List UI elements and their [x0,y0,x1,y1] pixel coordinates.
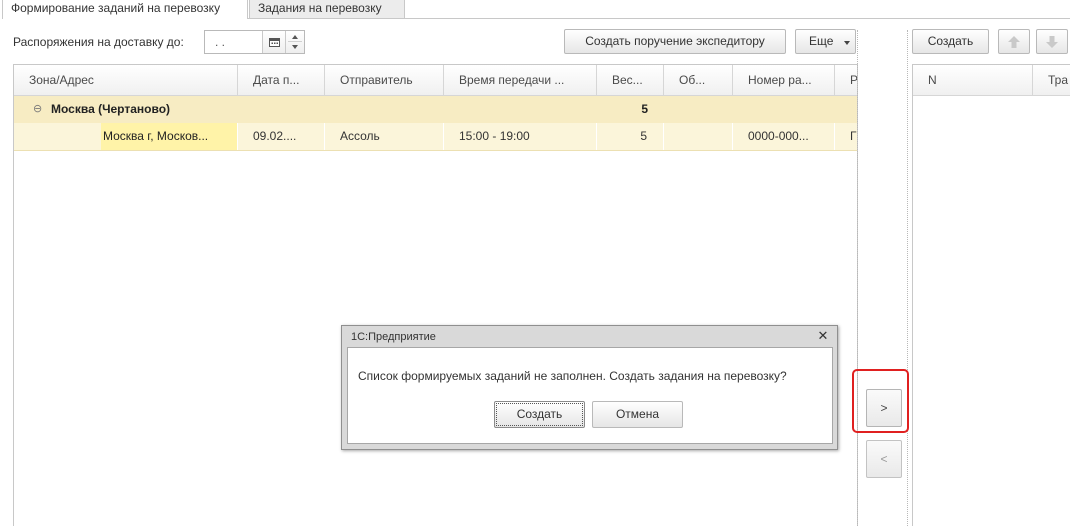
splitter-right[interactable] [907,30,908,526]
orders-table[interactable]: Зона/Адрес Дата п... Отправитель Время п… [13,64,858,526]
calendar-icon [269,38,280,47]
tasks-table-header: N Тра [913,65,1070,96]
arrow-up-icon [1008,36,1020,48]
orders-table-header: Зона/Адрес Дата п... Отправитель Время п… [14,65,857,96]
delivery-date-field[interactable]: . . [204,30,305,54]
move-down-button[interactable] [1036,29,1068,54]
cell-date[interactable]: 09.02.... [238,123,325,150]
tab-transport-tasks[interactable]: Задания на перевозку [249,0,405,19]
spin-up-icon [292,35,298,39]
column-weight[interactable]: Вес... [597,65,664,95]
column-extra[interactable]: Р [835,65,857,95]
column-number[interactable]: Номер ра... [733,65,835,95]
more-button[interactable]: Еще [795,29,856,54]
create-courier-order-button[interactable]: Создать поручение экспедитору [564,29,786,54]
splitter-left[interactable] [857,30,858,526]
calendar-button[interactable] [262,31,285,53]
dialog-title: 1С:Предприятие [351,331,436,343]
close-icon[interactable]: ✕ [815,328,831,344]
confirm-dialog: 1С:Предприятие ✕ Список формируемых зада… [341,325,838,450]
table-row[interactable]: Москва г, Москов... 09.02.... Ассоль 15:… [14,123,857,151]
column-n[interactable]: N [913,65,1033,95]
create-button[interactable]: Создать [912,29,989,54]
group-label: Москва (Чертаново) [51,102,171,116]
column-sender[interactable]: Отправитель [325,65,444,95]
cell-weight[interactable]: 5 [597,123,664,150]
move-up-button[interactable] [998,29,1030,54]
date-field-value: . . [215,35,226,49]
dialog-message: Список формируемых заданий не заполнен. … [358,369,787,383]
dialog-cancel-button[interactable]: Отмена [592,401,683,428]
group-weight: 5 [641,102,648,116]
move-left-button[interactable]: < [866,440,902,478]
spin-down-icon [292,45,298,49]
column-volume[interactable]: Об... [664,65,733,95]
arrow-down-icon [1046,36,1058,48]
dialog-body: Список формируемых заданий не заполнен. … [347,347,833,444]
move-right-button[interactable]: > [866,389,902,427]
cell-sender[interactable]: Ассоль [325,123,444,150]
tab-forming-tasks[interactable]: Формирование заданий на перевозку [2,0,248,19]
table-row-group[interactable]: ⊖ Москва (Чертаново) 5 [14,96,857,124]
column-zone-address[interactable]: Зона/Адрес [14,65,238,95]
tasks-table[interactable]: N Тра [912,64,1070,526]
cell-address[interactable]: Москва г, Москов... [101,123,238,150]
cell-extra[interactable]: Г [835,123,857,150]
cell-number[interactable]: 0000-000... [733,123,835,150]
cell-time[interactable]: 15:00 - 19:00 [444,123,597,150]
column-transfer-time[interactable]: Время передачи ... [444,65,597,95]
column-date[interactable]: Дата п... [238,65,325,95]
tab-divider [248,18,1070,19]
more-button-label: Еще [809,34,834,48]
dialog-ok-button[interactable]: Создать [494,401,585,428]
column-transport[interactable]: Тра [1033,65,1070,95]
collapse-icon[interactable]: ⊖ [33,103,42,116]
delivery-filter-label: Распоряжения на доставку до: [13,35,184,49]
cell-volume[interactable] [664,123,733,150]
date-spinner[interactable] [285,31,304,53]
chevron-down-icon [844,41,850,45]
